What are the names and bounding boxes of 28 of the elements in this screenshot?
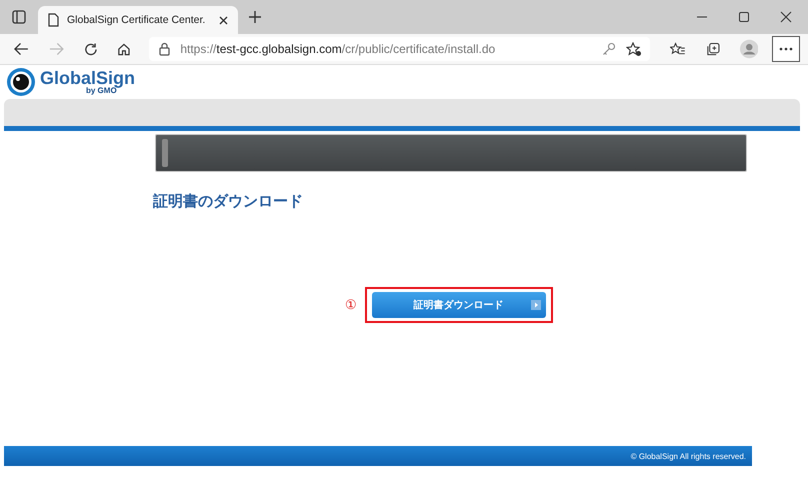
- key-icon[interactable]: [602, 42, 616, 56]
- url-text: https://test-gcc.globalsign.com/cr/public/certificate/install.do: [180, 42, 496, 56]
- page-icon: [48, 13, 59, 27]
- maximize-icon[interactable]: [738, 11, 750, 23]
- logo-byline: by GMO: [86, 87, 117, 95]
- collections-icon[interactable]: [706, 42, 720, 56]
- close-icon[interactable]: [780, 11, 792, 23]
- new-tab-icon[interactable]: [248, 10, 262, 24]
- eye-logo-icon: [6, 67, 36, 97]
- address-bar[interactable]: https://test-gcc.globalsign.com/cr/public/certificate/install.do: [149, 37, 650, 61]
- copyright-text: © GlobalSign All rights reserved.: [630, 452, 746, 460]
- favorites-icon[interactable]: [670, 42, 686, 56]
- sidebar-icon[interactable]: [12, 10, 26, 24]
- tab-title: GlobalSign Certificate Center.: [67, 14, 206, 26]
- star-add-icon[interactable]: [626, 42, 642, 56]
- profile-icon[interactable]: [740, 39, 758, 59]
- more-icon: [779, 47, 794, 51]
- lock-icon: [159, 42, 170, 56]
- step-marker: ①: [345, 298, 357, 312]
- more-button[interactable]: [772, 36, 800, 62]
- reload-icon[interactable]: [84, 42, 98, 56]
- close-icon[interactable]: [219, 16, 228, 24]
- back-icon[interactable]: [14, 42, 29, 56]
- browser-tab[interactable]: GlobalSign Certificate Center.: [38, 6, 238, 34]
- home-icon[interactable]: [117, 42, 132, 56]
- logo-name: GlobalSign: [40, 69, 136, 87]
- download-button[interactable]: 証明書ダウンロード: [372, 292, 546, 318]
- page-heading: 証明書のダウンロード: [153, 192, 304, 211]
